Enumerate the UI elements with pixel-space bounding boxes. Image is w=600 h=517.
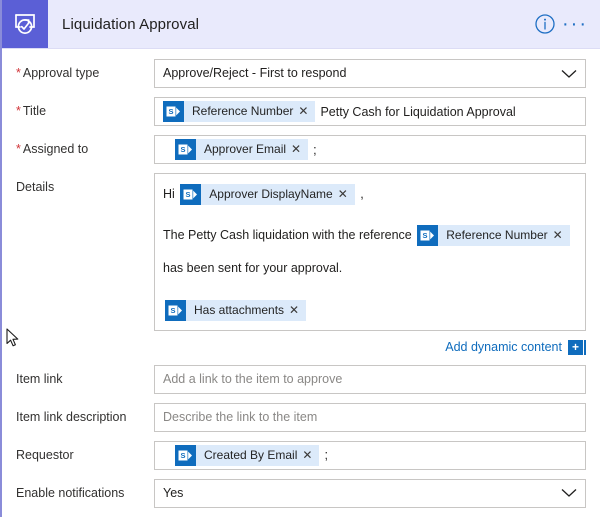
required-asterisk: *	[16, 142, 21, 156]
sharepoint-icon: S	[165, 299, 186, 321]
sharepoint-icon: S	[417, 225, 439, 247]
approval-form: * Approval type Approve/Reject - First to…	[2, 49, 600, 517]
close-icon[interactable]: ✕	[302, 445, 319, 466]
info-circle-icon[interactable]	[528, 7, 562, 41]
add-dynamic-content-link[interactable]: Add dynamic content	[445, 340, 562, 354]
assigned-to-input[interactable]: S Approver Email ✕ ;	[154, 135, 586, 164]
label-assigned-to: * Assigned to	[16, 142, 89, 156]
details-comma: ,	[360, 187, 364, 202]
label-approval-type: * Approval type	[16, 66, 100, 80]
svg-text:S: S	[186, 190, 191, 199]
close-icon[interactable]: ✕	[298, 101, 315, 122]
details-line-1: Hi S Approver DisplayName ✕ ,	[163, 183, 577, 206]
row-details: Details Hi S Approver DisplayName ✕ , Th…	[16, 173, 586, 331]
enable-notifications-dropdown[interactable]: Yes	[154, 478, 586, 508]
details-line-4: S Has attachments ✕	[163, 299, 577, 322]
more-options-icon[interactable]: ···	[562, 14, 588, 34]
card-header: Liquidation Approval ···	[2, 0, 600, 49]
approval-type-value: Approve/Reject - First to respond	[163, 66, 347, 80]
svg-text:S: S	[180, 451, 185, 460]
token-label: Approver DisplayName	[209, 187, 333, 202]
row-assigned-to: * Assigned to S Approver Email ✕ ;	[16, 135, 586, 164]
details-sentence-a: The Petty Cash liquidation with the refe…	[163, 228, 412, 243]
sharepoint-icon: S	[163, 101, 184, 122]
label-enable-notifications: Enable notifications	[16, 485, 125, 500]
label-item-link: Item link	[16, 371, 63, 386]
token-label: Reference Number	[446, 228, 548, 243]
title-input[interactable]: S Reference Number ✕ Petty Cash for Liqu…	[154, 97, 586, 126]
close-icon[interactable]: ✕	[553, 225, 570, 246]
svg-text:S: S	[168, 107, 173, 116]
token-label: Approver Email	[204, 142, 287, 156]
item-link-description-placeholder: Describe the link to the item	[163, 409, 318, 424]
title-trailing-text: Petty Cash for Liquidation Approval	[320, 104, 516, 119]
row-title: * Title S Reference Number ✕ Petty Cash f…	[16, 97, 586, 126]
page-title: Liquidation Approval	[62, 15, 200, 33]
row-enable-notifications: Enable notifications Yes	[16, 478, 586, 508]
close-icon[interactable]: ✕	[338, 184, 355, 205]
label-title: * Title	[16, 104, 47, 118]
label-item-link-description: Item link description	[16, 409, 127, 424]
item-link-input[interactable]: Add a link to the item to approve	[154, 364, 586, 394]
dynamic-token[interactable]: S Reference Number ✕	[417, 225, 570, 247]
token-label: Reference Number	[192, 104, 294, 118]
row-item-link: Item link Add a link to the item to appr…	[16, 364, 586, 394]
add-dynamic-content-row: Add dynamic content +	[16, 339, 586, 355]
svg-text:S: S	[180, 145, 185, 154]
text-caret	[584, 339, 586, 355]
details-line-3: has been sent for your approval.	[163, 257, 577, 280]
item-link-placeholder: Add a link to the item to approve	[163, 371, 343, 386]
sharepoint-icon: S	[175, 444, 196, 466]
sharepoint-icon: S	[175, 139, 196, 160]
dynamic-token[interactable]: S Approver Email ✕	[175, 139, 309, 160]
requestor-input[interactable]: S Created By Email ✕ ;	[154, 440, 586, 470]
assigned-to-trailing-text: ;	[313, 142, 317, 157]
add-icon[interactable]: +	[568, 339, 583, 355]
row-item-link-description: Item link description Describe the link …	[16, 402, 586, 432]
close-icon[interactable]: ✕	[289, 300, 306, 321]
token-label: Has attachments	[194, 302, 285, 317]
svg-text:S: S	[423, 232, 428, 241]
requestor-trailing-text: ;	[324, 448, 328, 463]
label-details: Details	[16, 180, 55, 194]
token-label: Created By Email	[204, 447, 298, 462]
row-requestor: Requestor S Created By Email ✕ ;	[16, 440, 586, 470]
required-asterisk: *	[16, 104, 21, 118]
approval-type-dropdown[interactable]: Approve/Reject - First to respond	[154, 59, 586, 88]
details-greeting: Hi	[163, 187, 175, 202]
close-icon[interactable]: ✕	[291, 139, 308, 160]
sharepoint-icon: S	[180, 184, 202, 206]
enable-notifications-value: Yes	[163, 485, 184, 500]
dynamic-token[interactable]: S Has attachments ✕	[165, 299, 307, 321]
item-link-description-input[interactable]: Describe the link to the item	[154, 402, 586, 432]
label-requestor: Requestor	[16, 447, 74, 462]
details-rich-text-input[interactable]: Hi S Approver DisplayName ✕ , The Petty …	[154, 173, 586, 331]
details-line-2: The Petty Cash liquidation with the refe…	[163, 224, 577, 247]
chevron-down-icon	[555, 69, 577, 79]
dynamic-token[interactable]: S Created By Email ✕	[175, 444, 320, 466]
approvals-check-icon	[2, 0, 48, 48]
svg-text:S: S	[170, 306, 175, 315]
dynamic-token[interactable]: S Approver DisplayName ✕	[180, 184, 355, 206]
chevron-down-icon	[555, 488, 577, 498]
approval-action-card: Liquidation Approval ··· * Approval type …	[0, 0, 600, 517]
row-approval-type: * Approval type Approve/Reject - First to…	[16, 59, 586, 88]
details-sentence-b: has been sent for your approval.	[163, 261, 343, 276]
required-asterisk: *	[16, 66, 21, 80]
dynamic-token[interactable]: S Reference Number ✕	[163, 101, 316, 122]
